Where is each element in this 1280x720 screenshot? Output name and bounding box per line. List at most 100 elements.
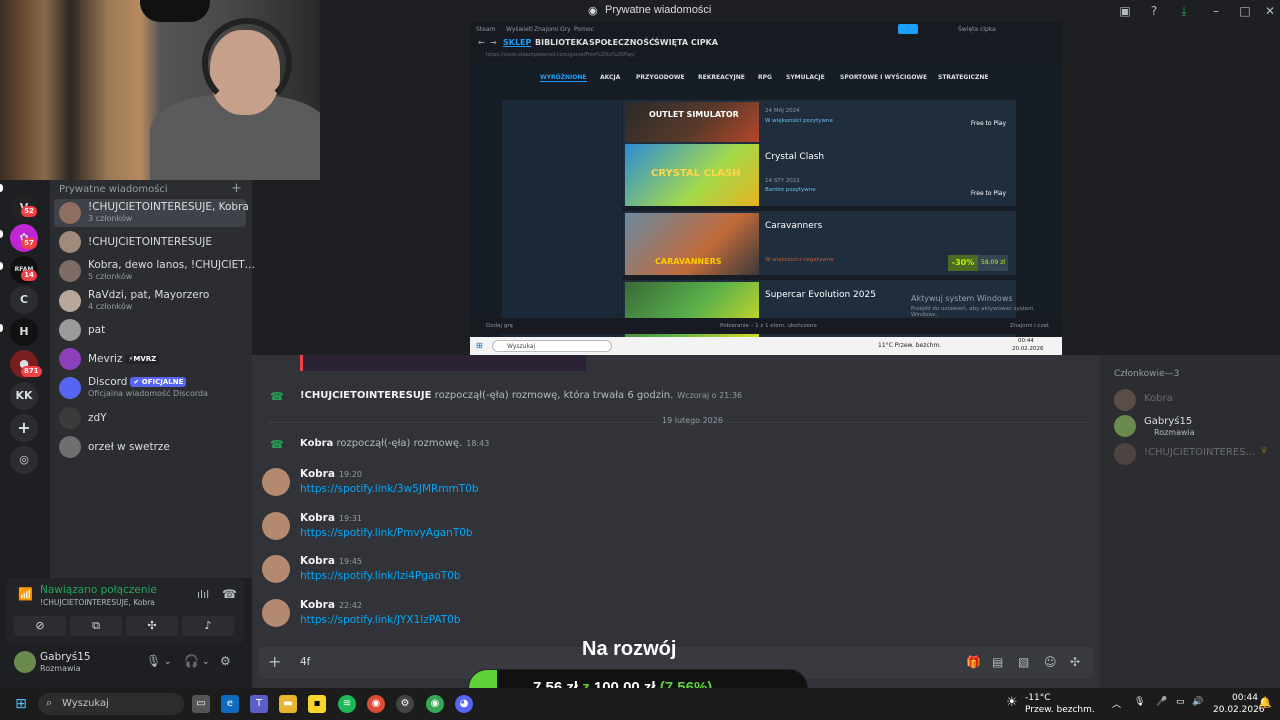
chevron-down-icon[interactable]: ⌄ (164, 657, 172, 667)
message-link[interactable]: https://spotify.link/3w5JMRmmT0b (300, 483, 479, 495)
dm-item[interactable]: Kobra, dewo lanos, !CHUJCIET… 5 członków (54, 257, 255, 285)
discover-icon[interactable]: ◎ (10, 446, 38, 474)
message-author[interactable]: Kobra 19:45 (300, 555, 362, 567)
user-status: Rozmawia (40, 664, 81, 673)
timestamp: 19:20 (338, 470, 363, 479)
discord-taskbar-icon[interactable]: ◕ (455, 695, 473, 713)
avatar[interactable] (262, 512, 290, 540)
attach-plus-icon[interactable]: + (268, 652, 281, 671)
inbox-icon[interactable]: ▣ (1117, 3, 1133, 19)
dm-item-name: RaVdzi, pat, Mayorzero (88, 289, 210, 301)
notification-icon[interactable]: 🔔 (1258, 696, 1272, 709)
download-icon[interactable]: ⤓ (1176, 3, 1192, 19)
message-link[interactable]: https://spotify.link/JYX1lzPAT0b (300, 614, 461, 626)
dm-item[interactable]: orzeł w swetrze (54, 433, 246, 461)
help-icon[interactable]: ? (1146, 3, 1162, 19)
steam-url: https://store.steampowered.com/genre/Fre… (470, 52, 1062, 62)
sticker-icon[interactable]: ▧ (1018, 655, 1029, 669)
message-link[interactable]: https://spotify.link/PmvyAganT0b (300, 527, 473, 539)
chrome-icon[interactable]: ◉ (426, 695, 444, 713)
chrome-icon[interactable]: ◉ (367, 695, 385, 713)
screen-share-button[interactable]: ⧉ (70, 616, 122, 636)
avatar[interactable] (262, 468, 290, 496)
call-icon: ☎ (270, 438, 284, 451)
spotify-icon[interactable]: ≋ (338, 695, 356, 713)
game-title: Supercar Evolution 2025 (765, 290, 876, 300)
gif-icon[interactable]: ▤ (992, 655, 1003, 669)
server-icon[interactable]: H (10, 318, 38, 346)
game-date: 24 MAJ 2024 (765, 108, 800, 114)
steam-tab: SKLEP (503, 38, 532, 47)
steam-bottom-bar: Dodaj grę Pobieranie – 1 z 1 elem. ukońc… (470, 318, 1062, 334)
mic-active-icon[interactable]: 🎤 (1156, 697, 1167, 707)
mic-icon[interactable]: 🎙 (146, 654, 161, 668)
dm-item[interactable]: !CHUJCIETOINTERESUJE (54, 228, 246, 256)
avatar[interactable] (262, 599, 290, 627)
activities-button[interactable]: ✣ (126, 616, 178, 636)
voice-panel: 📶 Nawiązano połączenie !CHUJCIETOINTERES… (6, 578, 244, 644)
dm-item[interactable]: Mevriz ⚡MVRZ (54, 345, 246, 373)
dm-item[interactable]: RaVdzi, pat, Mayorzero 4 członków (54, 287, 246, 315)
user-avatar[interactable] (14, 651, 36, 673)
dm-list: Prywatne wiadomości + !CHUJCIETOINTERESU… (50, 180, 255, 578)
member-item[interactable]: Kobra (1114, 387, 1274, 413)
notes-icon[interactable]: ▪ (308, 695, 326, 713)
dm-item[interactable]: pat (54, 316, 246, 344)
mic-tray-icon[interactable]: 🎙 (1134, 697, 1145, 707)
discord-icon: ◉ (588, 4, 598, 17)
file-explorer-icon[interactable]: ▬ (279, 695, 297, 713)
server-icon[interactable]: KK (10, 382, 38, 410)
steam-category: RPG (758, 74, 772, 81)
dm-item-name: pat (88, 324, 106, 336)
close-button[interactable]: ✕ (1262, 3, 1278, 19)
app-icon[interactable]: ⚙ (396, 695, 414, 713)
avatar (59, 290, 81, 312)
minimize-button[interactable]: – (1208, 3, 1224, 19)
noise-suppression-icon[interactable]: ılıl (197, 588, 209, 601)
dm-item[interactable]: !CHUJCIETOINTERESUJE, Kobra 3 członków (54, 199, 249, 227)
avatar[interactable] (262, 555, 290, 583)
member-name: Kobra (1144, 393, 1173, 404)
tray-chevron-icon[interactable]: ︿ (1112, 697, 1121, 710)
game-date: 14 STY 2022 (765, 178, 800, 184)
avatar (59, 231, 81, 253)
settings-gear-icon[interactable]: ⚙ (220, 654, 231, 668)
teams-icon[interactable]: T (250, 695, 268, 713)
maximize-button[interactable]: □ (1237, 3, 1253, 19)
add-server-icon[interactable]: + (10, 414, 38, 442)
volume-icon[interactable]: 🔊 (1192, 697, 1203, 707)
screen-share-stream[interactable]: Steam Wyświetl Znajomi Gry Pomoc Święta … (470, 22, 1062, 355)
disconnect-icon[interactable]: ☎ (222, 587, 237, 601)
dm-item[interactable]: zdY (54, 404, 246, 432)
task-view-icon[interactable]: ▭ (192, 695, 210, 713)
edge-icon[interactable]: e (221, 695, 239, 713)
member-item[interactable]: !CHUJCIETOINTERES… ♛ (1114, 441, 1274, 467)
chevron-down-icon[interactable]: ⌄ (202, 657, 210, 667)
member-item[interactable]: Gabryś15 Rozmawia (1114, 413, 1274, 439)
start-button[interactable]: ⊞ (12, 695, 30, 713)
headphones-icon[interactable]: 🎧 (184, 654, 199, 668)
message-input-value[interactable]: 4f (300, 656, 310, 668)
network-icon[interactable]: ▭ (1176, 697, 1185, 707)
message-author[interactable]: Kobra 22:42 (300, 599, 362, 611)
new-dm-icon[interactable]: + (231, 181, 242, 196)
apps-icon[interactable]: ✣ (1070, 655, 1080, 669)
soundboard-button[interactable]: ♪ (182, 616, 234, 636)
message-author[interactable]: Kobra 19:20 (300, 468, 362, 480)
gift-icon[interactable]: 🎁 (966, 655, 981, 669)
webcam-microphone (140, 0, 210, 22)
dm-item-name: Kobra, dewo lanos, !CHUJCIET… (88, 259, 256, 271)
game-reviews: Bardzo pozytywne (765, 187, 816, 193)
message-link[interactable]: https://spotify.link/lzi4PgaoT0b (300, 570, 461, 582)
steam-category: STRATEGICZNE (938, 74, 989, 81)
steam-tab: BIBLIOTEKA (535, 38, 589, 47)
emoji-icon[interactable]: ☺ (1044, 655, 1057, 669)
message-author[interactable]: Kobra 19:31 (300, 512, 362, 524)
game-capsule (625, 282, 759, 344)
server-icon[interactable]: C (10, 286, 38, 314)
steam-menu-item: Znajomi (534, 26, 559, 33)
camera-off-button[interactable]: ⊘ (14, 616, 66, 636)
dm-item[interactable]: Discord ✔ OFICJALNE Oficjalna wiadomość D… (54, 374, 246, 402)
goal-title: Na rozwój (582, 638, 677, 660)
taskbar-search[interactable]: ⌕ Wyszukaj (38, 693, 184, 715)
